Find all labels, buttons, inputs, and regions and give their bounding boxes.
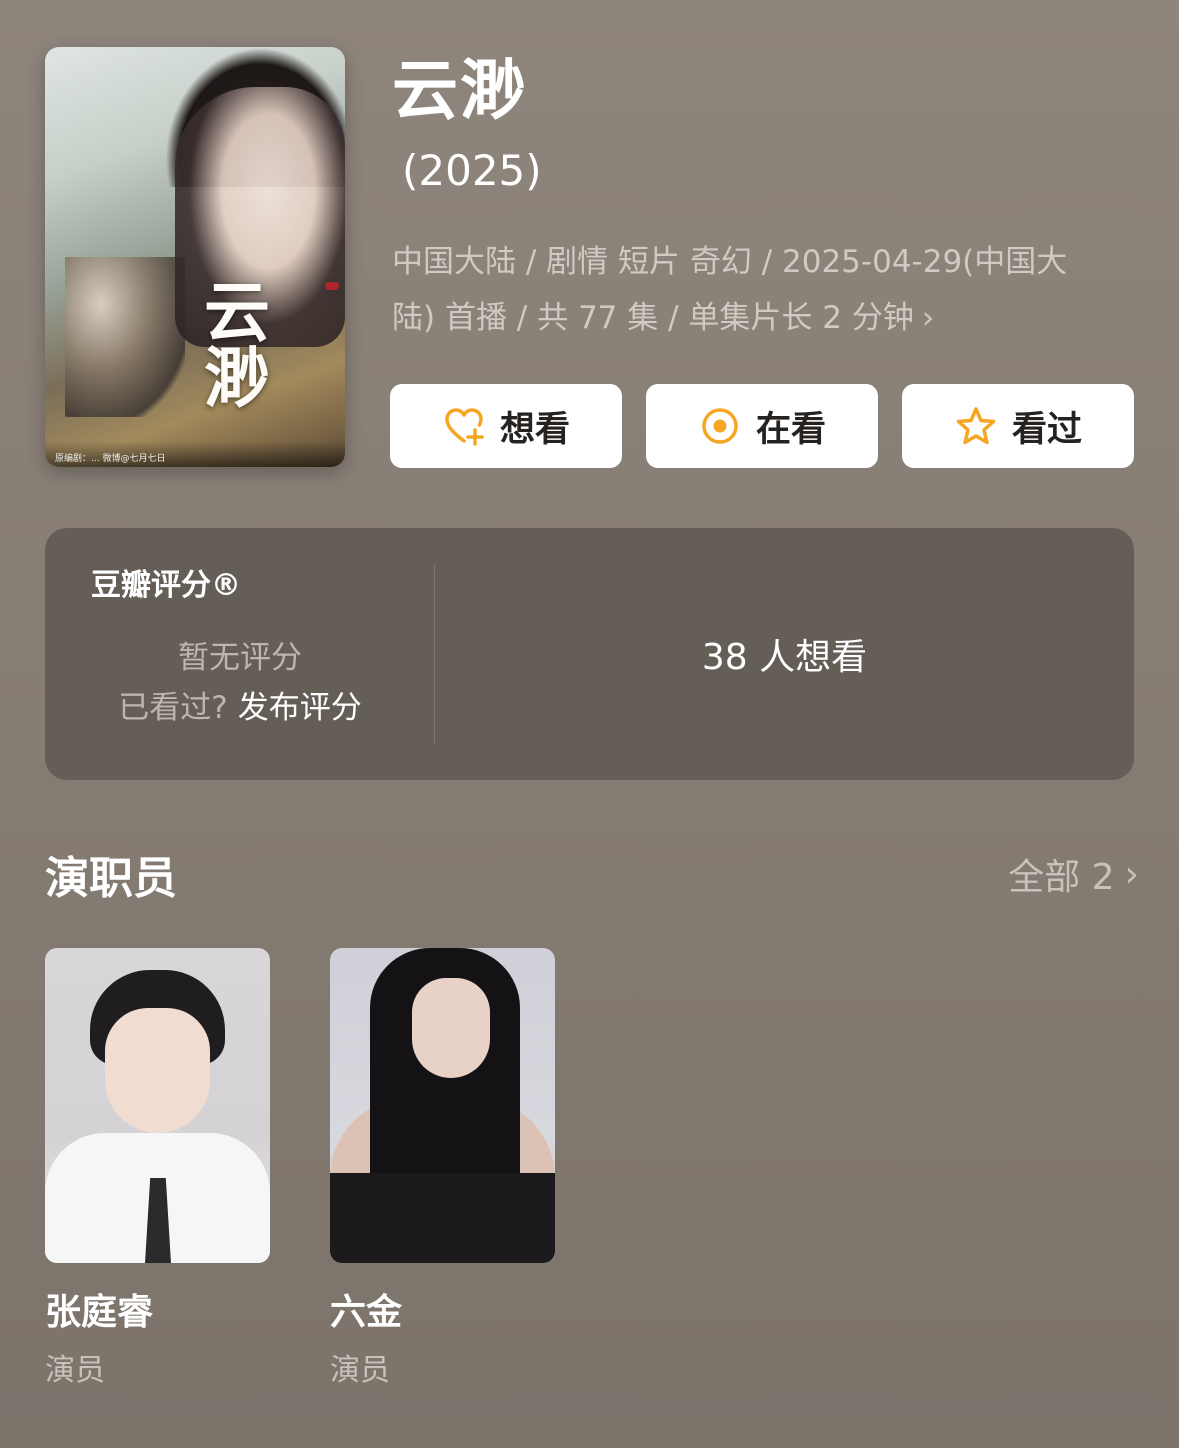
poster-title-art: 云渺 [193, 277, 271, 409]
movie-meta[interactable]: 中国大陆 / 剧情 短片 奇幻 / 2025-04-29(中国大 陆) 首播 /… [392, 234, 1132, 346]
chevron-right-icon: › [921, 300, 935, 336]
cast-name: 张庭睿 [45, 1292, 154, 1333]
publish-rating-link[interactable]: 发布评分 [238, 690, 362, 726]
meta-line-2-text: 陆) 首播 / 共 77 集 / 单集片长 2 分钟 [392, 300, 914, 336]
wish-count[interactable]: 38 人想看 [435, 628, 1134, 680]
watching-button[interactable]: 在看 [646, 384, 878, 468]
cast-all-label: 全部 2 [1008, 857, 1115, 898]
cast-name: 六金 [330, 1292, 403, 1333]
chevron-right-icon: › [1124, 853, 1139, 895]
rating-card: 豆瓣评分® 暂无评分 已看过? 发布评分 38 人想看 [45, 528, 1134, 780]
want-to-watch-label: 想看 [499, 409, 570, 450]
rate-prompt: 已看过? 发布评分 [45, 682, 435, 727]
poster-image[interactable]: 云渺 原编剧：... 微博@七月七日 [45, 47, 345, 467]
cast-role: 演员 [45, 1353, 105, 1388]
cast-role: 演员 [330, 1353, 390, 1388]
poster-credits: 原编剧：... 微博@七月七日 [45, 441, 345, 467]
cast-member-card[interactable]: 六金 演员 [330, 948, 555, 1389]
meta-line-1: 中国大陆 / 剧情 短片 奇幻 / 2025-04-29(中国大 [392, 244, 1068, 280]
target-circle-icon [702, 408, 738, 444]
heart-plus-icon [445, 408, 484, 446]
photo-face [105, 1008, 210, 1133]
cast-photo [330, 948, 555, 1263]
watched-button[interactable]: 看过 [902, 384, 1134, 468]
cast-member-card[interactable]: 张庭睿 演员 [45, 948, 270, 1389]
watched-question: 已看过? [118, 690, 228, 726]
poster-lips [325, 282, 339, 290]
action-buttons: 想看 在看 看过 [390, 384, 1134, 468]
star-icon [956, 407, 996, 445]
watching-label: 在看 [755, 409, 826, 450]
poster-figures [65, 257, 185, 417]
douban-rating-title: 豆瓣评分® [91, 568, 241, 603]
want-to-watch-button[interactable]: 想看 [390, 384, 622, 468]
cast-heading: 演职员 [45, 853, 177, 904]
cast-view-all-link[interactable]: 全部 2 › [1008, 848, 1139, 900]
photo-dress [330, 1173, 555, 1263]
watched-label: 看过 [1011, 409, 1082, 450]
movie-year: (2025) [402, 146, 542, 195]
cast-photo [45, 948, 270, 1263]
meta-line-2: 陆) 首播 / 共 77 集 / 单集片长 2 分钟 › [392, 290, 1132, 346]
rating-section: 豆瓣评分® 暂无评分 已看过? 发布评分 [45, 528, 435, 780]
movie-title: 云渺 [392, 52, 528, 129]
no-rating-text: 暂无评分 [178, 640, 302, 676]
photo-face [412, 978, 490, 1078]
